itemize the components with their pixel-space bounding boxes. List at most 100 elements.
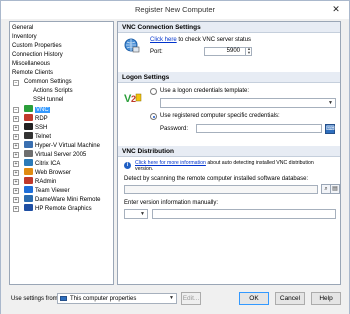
edit-button[interactable]: Edit... bbox=[181, 292, 201, 305]
hyperv-icon bbox=[24, 141, 33, 148]
tree-item-remote-clients[interactable]: Remote Clients bbox=[12, 69, 53, 78]
info-text: about auto detecting installed VNC distr… bbox=[205, 160, 314, 166]
settings-tree[interactable]: General Inventory Custom Properties Conn… bbox=[9, 21, 114, 285]
svg-text:2: 2 bbox=[131, 94, 136, 104]
use-settings-dropdown[interactable]: This computer properties ▼ bbox=[57, 293, 177, 304]
citrix-icon bbox=[24, 159, 33, 166]
password-label: Password: bbox=[160, 126, 189, 132]
tree-item-label: Telnet bbox=[35, 134, 52, 140]
tree-item-inventory[interactable]: Inventory bbox=[12, 33, 37, 42]
expander-hyperv[interactable]: + bbox=[13, 143, 19, 149]
chevron-down-icon: ▼ bbox=[328, 100, 333, 106]
tree-item-miscellaneous[interactable]: Miscellaneous bbox=[12, 60, 50, 69]
tree-item-connection-history[interactable]: Connection History bbox=[12, 51, 63, 60]
close-icon[interactable]: ✕ bbox=[329, 3, 343, 15]
tree-item-dameware[interactable]: DameWare Mini Remote bbox=[24, 195, 100, 204]
tree-item-ssh-tunnel[interactable]: SSH tunnel bbox=[33, 96, 63, 105]
template-dropdown[interactable]: ▼ bbox=[160, 98, 336, 108]
detect-version-input[interactable] bbox=[124, 185, 318, 194]
help-button[interactable]: Help bbox=[311, 292, 341, 305]
dameware-icon bbox=[24, 195, 33, 202]
telnet-icon bbox=[24, 132, 33, 139]
register-computer-window: Register New Computer ✕ General Inventor… bbox=[0, 0, 350, 314]
tree-item-label: HP Remote Graphics bbox=[35, 206, 92, 212]
tree-item-label: RAdmin bbox=[35, 179, 57, 185]
tree-item-label: Actions Scripts bbox=[33, 88, 73, 94]
vnc-status-text: Click here to check VNC server status bbox=[150, 36, 251, 44]
expander-hp-remote[interactable]: + bbox=[13, 206, 19, 212]
tree-item-telnet[interactable]: Telnet bbox=[24, 132, 51, 141]
specific-option-label: Use registered computer specific credent… bbox=[160, 113, 280, 119]
tree-item-ssh[interactable]: SSH bbox=[24, 123, 47, 132]
info-text-2: version. bbox=[135, 166, 154, 172]
virtual-server-icon bbox=[24, 150, 33, 157]
ok-button[interactable]: OK bbox=[239, 292, 269, 305]
use-settings-label: Use settings from: bbox=[11, 296, 60, 302]
vnc-icon bbox=[24, 105, 33, 112]
tree-item-label: Miscellaneous bbox=[12, 61, 51, 67]
expander-team-viewer[interactable]: + bbox=[13, 188, 19, 194]
tree-item-label: Team Viewer bbox=[35, 188, 70, 194]
vnc-logo-icon: V 2 bbox=[124, 93, 142, 105]
use-settings-value: This computer properties bbox=[70, 296, 137, 302]
computer-icon bbox=[60, 296, 67, 301]
title-bar: Register New Computer ✕ bbox=[1, 1, 349, 19]
tree-item-label: RDP bbox=[35, 116, 48, 122]
expander-dameware[interactable]: + bbox=[13, 197, 19, 203]
tree-item-virtual-server[interactable]: Virtual Server 2005 bbox=[24, 150, 86, 159]
globe-icon bbox=[24, 168, 33, 175]
tree-item-custom-properties[interactable]: Custom Properties bbox=[12, 42, 62, 51]
tree-item-label: SSH bbox=[35, 125, 48, 131]
template-radio[interactable] bbox=[150, 88, 157, 95]
expander-web-browser[interactable]: + bbox=[13, 170, 19, 176]
expander-common-settings[interactable]: − bbox=[13, 80, 19, 86]
tree-item-label: Inventory bbox=[12, 34, 37, 40]
tree-item-citrix[interactable]: Citrix ICA bbox=[24, 159, 60, 168]
expander-rdp[interactable]: + bbox=[13, 116, 19, 122]
search-icon: ⌕ bbox=[324, 186, 328, 192]
tree-item-label: Remote Clients bbox=[12, 70, 54, 76]
template-option-label: Use a logon credentials template: bbox=[160, 88, 250, 94]
tree-item-hyperv[interactable]: Hyper-V Virtual Machine bbox=[24, 141, 100, 150]
tree-item-label: Common Settings bbox=[24, 79, 72, 85]
rdp-icon bbox=[24, 114, 33, 121]
manual-label: Enter version information manually: bbox=[124, 200, 219, 206]
tree-item-label: SSH tunnel bbox=[33, 97, 64, 103]
network-computer-icon bbox=[124, 38, 140, 53]
tree-item-team-viewer[interactable]: Team Viewer bbox=[24, 186, 70, 195]
document-icon: ▤ bbox=[332, 186, 338, 192]
expander-citrix[interactable]: + bbox=[13, 161, 19, 167]
tree-item-common-settings[interactable]: Common Settings bbox=[24, 78, 72, 87]
expander-radmin[interactable]: + bbox=[13, 179, 19, 185]
tree-item-radmin[interactable]: RAdmin bbox=[24, 177, 56, 186]
check-status-link[interactable]: Click here bbox=[150, 37, 177, 43]
tree-item-label: Citrix ICA bbox=[35, 161, 61, 167]
tree-item-general[interactable]: General bbox=[12, 24, 33, 33]
credentials-picker-button[interactable]: ⌨ bbox=[325, 124, 335, 134]
tree-item-label: DameWare Mini Remote bbox=[35, 197, 101, 203]
expander-virtual-server[interactable]: + bbox=[13, 152, 19, 158]
chevron-down-icon: ▼ bbox=[140, 211, 145, 217]
tree-item-hp-remote[interactable]: HP Remote Graphics bbox=[24, 204, 92, 213]
cancel-button[interactable]: Cancel bbox=[275, 292, 305, 305]
specific-credentials-radio[interactable] bbox=[150, 113, 157, 120]
radmin-icon bbox=[24, 177, 33, 184]
chevron-down-icon: ▼ bbox=[169, 295, 174, 301]
tree-item-web-browser[interactable]: Web Browser bbox=[24, 168, 71, 177]
expander-vnc[interactable]: − bbox=[13, 107, 19, 113]
distribution-type-dropdown[interactable]: ▼ bbox=[124, 209, 148, 219]
expander-telnet[interactable]: + bbox=[13, 134, 19, 140]
manual-version-input[interactable] bbox=[152, 209, 336, 219]
password-input[interactable] bbox=[196, 124, 322, 133]
expander-ssh[interactable]: + bbox=[13, 125, 19, 131]
vnc-connection-header: VNC Connection Settings bbox=[118, 22, 340, 33]
details-button[interactable]: ▤ bbox=[330, 184, 340, 194]
port-spinner[interactable]: ▲ ▼ bbox=[245, 47, 252, 56]
tree-item-label: Connection History bbox=[12, 52, 63, 58]
keyboard-icon: ⌨ bbox=[326, 126, 335, 132]
tree-item-vnc[interactable]: VNC bbox=[24, 105, 50, 114]
tree-item-actions-scripts[interactable]: Actions Scripts bbox=[33, 87, 73, 96]
tree-item-rdp[interactable]: RDP bbox=[24, 114, 48, 123]
tree-item-label: Custom Properties bbox=[12, 43, 62, 49]
dialog-client: General Inventory Custom Properties Conn… bbox=[1, 19, 349, 314]
